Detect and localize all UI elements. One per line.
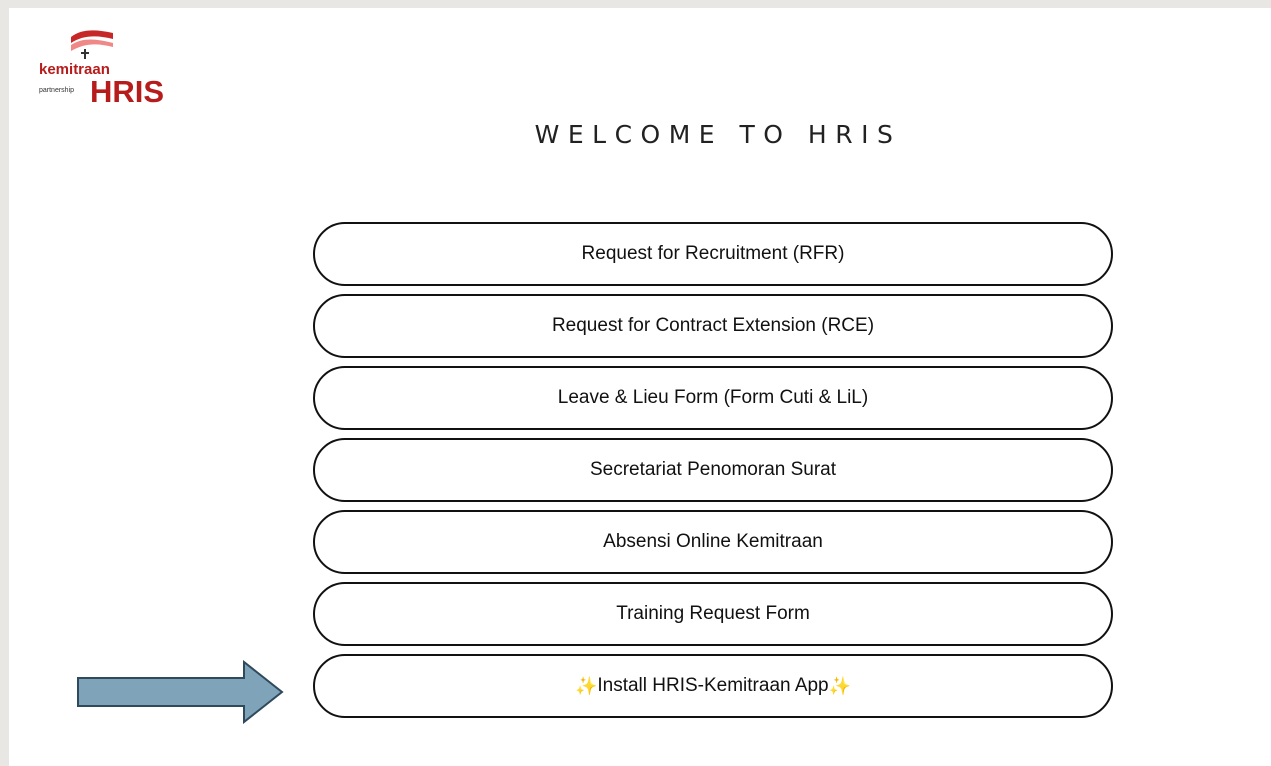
page: kemitraan partnership HRIS WELCOME TO HR… (9, 8, 1271, 766)
secretariat-penomoran-surat-button[interactable]: Secretariat Penomoran Surat (313, 438, 1113, 502)
absensi-online-button[interactable]: Absensi Online Kemitraan (313, 510, 1113, 574)
menu-item-label: Training Request Form (616, 603, 810, 624)
request-for-contract-extension-button[interactable]: Request for Contract Extension (RCE) (313, 294, 1113, 358)
right-arrow-icon (77, 660, 284, 724)
menu-item-label: Install HRIS-Kemitraan App (597, 675, 829, 696)
sparkle-icon: ✨ (574, 675, 598, 696)
page-title: WELCOME TO HRIS (534, 120, 902, 149)
menu-item-label: Absensi Online Kemitraan (603, 531, 823, 552)
logo-subtext: partnership (39, 87, 75, 94)
menu-list: Request for Recruitment (RFR) Request fo… (313, 222, 1113, 726)
kemitraan-hris-logo: kemitraan partnership HRIS (39, 27, 179, 117)
install-app-button[interactable]: ✨ Install HRIS-Kemitraan App ✨ (313, 654, 1113, 718)
menu-item-label: Leave & Lieu Form (Form Cuti & LiL) (557, 387, 869, 408)
training-request-form-button[interactable]: Training Request Form (313, 582, 1113, 646)
logo-hris: HRIS (90, 74, 165, 109)
request-for-recruitment-button[interactable]: Request for Recruitment (RFR) (313, 222, 1113, 286)
menu-item-label: Secretariat Penomoran Surat (589, 459, 837, 480)
flag-icon (71, 30, 113, 59)
menu-item-label: Request for Contract Extension (RCE) (551, 315, 875, 336)
sparkle-icon: ✨ (828, 675, 852, 696)
leave-lieu-form-button[interactable]: Leave & Lieu Form (Form Cuti & LiL) (313, 366, 1113, 430)
menu-item-label: Request for Recruitment (RFR) (581, 243, 845, 264)
